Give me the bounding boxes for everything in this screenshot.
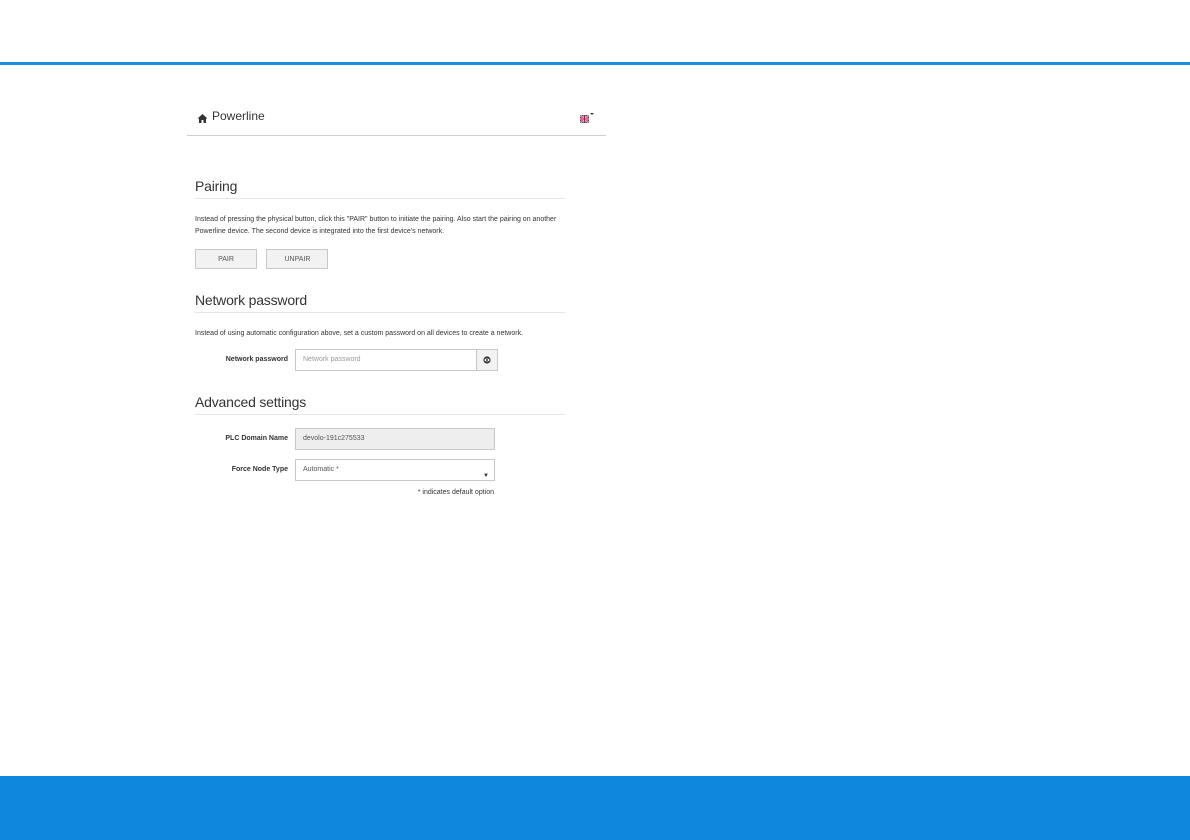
default-option-hint: * indicates default option (417, 489, 494, 496)
plc-domain-input: devolo-191c275533 (295, 428, 495, 450)
network-password-description: Instead of using automatic configuration… (195, 330, 524, 337)
network-password-title: Network password (195, 292, 565, 313)
chevron-down-icon (590, 113, 594, 115)
pairing-buttons: PAIR UNPAIR (195, 249, 565, 270)
plc-domain-label: PLC Domain Name (225, 435, 288, 442)
pair-button[interactable]: PAIR (195, 249, 257, 269)
network-password-input[interactable]: Network password (295, 349, 477, 371)
page: Powerline Pairing Instead of pressing th… (0, 0, 1190, 840)
force-node-type-row: Force Node Type Automatic * ▼ (195, 459, 565, 481)
force-node-type-value: Automatic * (303, 466, 339, 473)
network-password-row: Network password Network password (195, 349, 565, 371)
main-content: Pairing Instead of pressing the physical… (195, 178, 565, 496)
pairing-title: Pairing (195, 178, 565, 199)
footer-band (0, 776, 1190, 840)
force-node-type-select[interactable]: Automatic * ▼ (295, 459, 495, 481)
home-link[interactable]: Powerline (197, 109, 265, 123)
pairing-description-line2: Powerline device. The second device is i… (195, 228, 445, 235)
brand-label: Powerline (212, 109, 265, 123)
network-password-placeholder: Network password (303, 356, 361, 363)
pairing-description-line1: Instead of pressing the physical button,… (195, 216, 557, 223)
network-password-label: Network password (225, 356, 288, 363)
unpair-button[interactable]: UNPAIR (266, 249, 329, 269)
eye-icon (483, 351, 491, 369)
language-selector[interactable] (579, 110, 594, 124)
show-password-button[interactable] (477, 349, 498, 371)
top-accent-rule (0, 62, 1190, 65)
navbar: Powerline (187, 100, 606, 136)
uk-flag-icon (579, 110, 590, 124)
home-icon (197, 111, 208, 123)
force-node-type-label: Force Node Type (231, 466, 288, 473)
advanced-settings-title: Advanced settings (195, 394, 565, 415)
plc-domain-row: PLC Domain Name devolo-191c275533 (195, 428, 565, 450)
